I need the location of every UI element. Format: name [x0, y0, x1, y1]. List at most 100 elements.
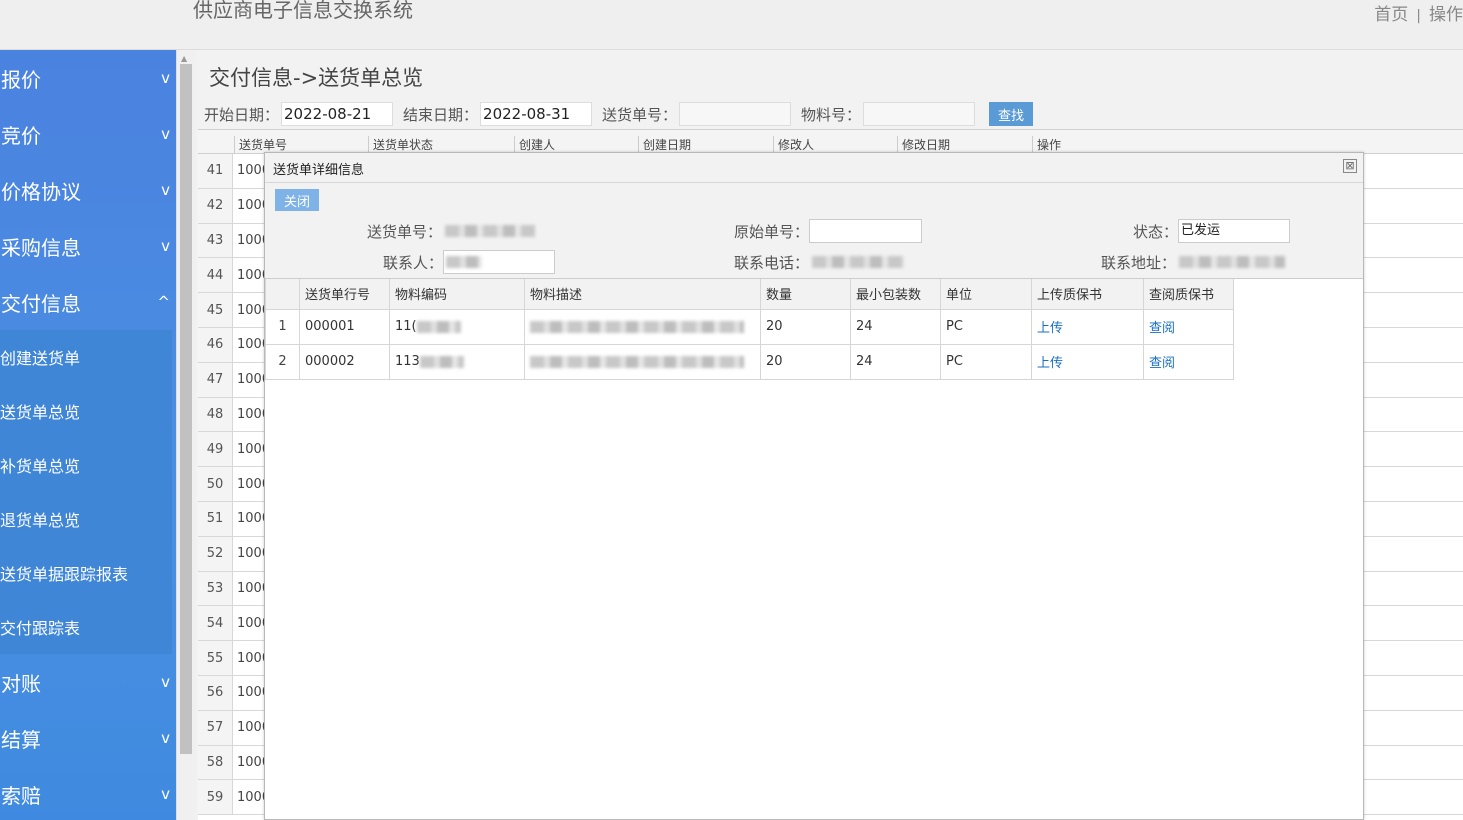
- chevron-up-icon: ^: [157, 293, 170, 311]
- sidebar-item-purchase-info[interactable]: 采购信息 v: [0, 218, 176, 274]
- redacted-value: [812, 255, 905, 268]
- contact-field[interactable]: [443, 250, 556, 274]
- chevron-down-icon: v: [161, 673, 170, 691]
- row-number: 44: [198, 258, 233, 293]
- col-header[interactable]: 最小包装数: [850, 279, 941, 310]
- sidebar-item-price-agreement[interactable]: 价格协议 v: [0, 162, 176, 218]
- scroll-up-arrow-icon[interactable]: ▲: [181, 54, 187, 63]
- col-header[interactable]: 数量: [760, 279, 851, 310]
- row-number: 2: [265, 343, 300, 380]
- material-desc-cell: [524, 343, 761, 380]
- redacted-value: [530, 355, 744, 368]
- table-row[interactable]: 1 000001 11( 20 24 PC 上传 查阅: [265, 308, 1234, 345]
- view-link[interactable]: 查阅: [1149, 356, 1175, 371]
- delivery-no-field[interactable]: [442, 219, 554, 243]
- col-header[interactable]: 物料编码: [389, 279, 525, 310]
- col-header[interactable]: 上传质保书: [1031, 279, 1144, 310]
- view-link[interactable]: 查阅: [1149, 321, 1175, 336]
- start-date-input[interactable]: 2022-08-21: [281, 102, 394, 126]
- submenu-return-overview[interactable]: 退货单总览: [0, 492, 172, 546]
- row-number: 48: [198, 397, 233, 432]
- phone-row: 联系电话：: [734, 250, 922, 274]
- material-no-input[interactable]: [863, 102, 976, 126]
- address-row: 联系地址：: [1101, 250, 1288, 274]
- system-title: 供应商电子信息交换系统: [193, 0, 413, 22]
- qty-cell: 20: [760, 343, 851, 380]
- min-pack-cell: 24: [850, 343, 941, 380]
- phone-field[interactable]: [809, 250, 922, 274]
- home-link[interactable]: 首页: [1374, 0, 1408, 25]
- status-field[interactable]: 已发运: [1178, 219, 1291, 243]
- sidebar-scrollbar[interactable]: ▲: [176, 50, 194, 820]
- delivery-detail-dialog: 送货单详细信息 ⊠ 关闭 送货单号： 原始单号： 状态： 已发运 联系人： 联系…: [264, 152, 1364, 820]
- end-date-input[interactable]: 2022-08-31: [480, 102, 593, 126]
- status-label: 状态：: [1133, 222, 1179, 241]
- redacted-value: [419, 355, 464, 368]
- address-field[interactable]: [1176, 250, 1288, 274]
- top-links: 首页 | 操作: [1374, 0, 1463, 25]
- sidebar-item-label: 索赔: [1, 783, 41, 808]
- upload-link[interactable]: 上传: [1037, 321, 1063, 336]
- col-header[interactable]: 查阅质保书: [1143, 279, 1234, 310]
- upload-link[interactable]: 上传: [1037, 356, 1063, 371]
- sidebar-item-reconciliation[interactable]: 对账 v: [0, 654, 176, 710]
- row-number: 41: [198, 154, 233, 188]
- end-date-label: 结束日期：: [403, 105, 479, 124]
- row-number: 49: [198, 432, 233, 467]
- delivery-lines-table: 送货单行号 物料编码 物料描述 数量 最小包装数 单位 上传质保书 查阅质保书 …: [265, 279, 1234, 380]
- row-number: 51: [198, 501, 233, 536]
- view-cert-cell: 查阅: [1143, 343, 1234, 380]
- close-icon[interactable]: ⊠: [1343, 159, 1357, 173]
- submenu-delivery-overview[interactable]: 送货单总览: [0, 384, 172, 438]
- row-number: 58: [198, 745, 233, 780]
- row-number: 43: [198, 223, 233, 258]
- sidebar-item-settlement[interactable]: 结算 v: [0, 710, 176, 766]
- chevron-down-icon: v: [161, 729, 170, 747]
- sidebar-item-label: 报价: [1, 67, 41, 92]
- dialog-form: 关闭 送货单号： 原始单号： 状态： 已发运 联系人： 联系电话： 联系地址：: [265, 183, 1363, 279]
- grid-header: 送货单号 送货单状态 创建人 创建日期 修改人 修改日期 操作: [198, 130, 1463, 154]
- delivery-no-label: 送货单号：: [602, 105, 678, 124]
- status-row: 状态： 已发运: [1133, 219, 1291, 243]
- upload-cert-cell: 上传: [1031, 308, 1144, 345]
- material-code-text: 113: [395, 354, 420, 369]
- material-code-cell: 11(: [389, 308, 525, 345]
- material-code-cell: 113: [389, 343, 525, 380]
- redacted-value: [416, 320, 461, 333]
- chevron-down-icon: v: [161, 785, 170, 803]
- submenu-delivery-tracking[interactable]: 交付跟踪表: [0, 600, 172, 654]
- sidebar-item-claims[interactable]: 索赔 v: [0, 766, 176, 820]
- redacted-value: [446, 255, 483, 268]
- redacted-value: [1179, 255, 1286, 268]
- row-number: 1: [265, 308, 300, 345]
- close-button[interactable]: 关闭: [275, 189, 319, 211]
- dialog-title: 送货单详细信息: [273, 163, 365, 178]
- orig-no-label: 原始单号：: [734, 222, 810, 241]
- submenu-replenish-overview[interactable]: 补货单总览: [0, 438, 172, 492]
- scrollbar-thumb[interactable]: [180, 64, 192, 754]
- sidebar-item-label: 竞价: [1, 123, 41, 148]
- row-number: 54: [198, 606, 233, 641]
- sidebar-item-quote[interactable]: 报价 v: [0, 50, 176, 106]
- col-header[interactable]: 单位: [940, 279, 1032, 310]
- orig-no-field[interactable]: [809, 219, 923, 243]
- search-button[interactable]: 查找: [989, 102, 1034, 126]
- col-header[interactable]: 物料描述: [524, 279, 761, 310]
- row-number: 59: [198, 780, 233, 815]
- sidebar-item-bidding[interactable]: 竞价 v: [0, 106, 176, 162]
- sidebar-item-delivery-info[interactable]: 交付信息 ^: [0, 274, 176, 330]
- row-number: 52: [198, 536, 233, 571]
- delivery-no-input[interactable]: [679, 102, 792, 126]
- sidebar-item-label: 采购信息: [1, 235, 81, 260]
- delivery-submenu: 创建送货单 送货单总览 补货单总览 退货单总览 送货单据跟踪报表 交付跟踪表: [0, 330, 172, 654]
- operations-link[interactable]: 操作: [1429, 0, 1463, 25]
- submenu-create-delivery[interactable]: 创建送货单: [0, 330, 172, 384]
- submenu-delivery-tracking-report[interactable]: 送货单据跟踪报表: [0, 546, 172, 600]
- col-header[interactable]: 送货单行号: [299, 279, 390, 310]
- table-row[interactable]: 2 000002 113 20 24 PC 上传 查阅: [265, 343, 1234, 380]
- row-number: 57: [198, 710, 233, 745]
- orig-no-row: 原始单号：: [734, 219, 923, 243]
- unit-cell: PC: [940, 308, 1032, 345]
- page-title: 交付信息->送货单总览: [209, 66, 424, 90]
- chevron-down-icon: v: [161, 237, 170, 255]
